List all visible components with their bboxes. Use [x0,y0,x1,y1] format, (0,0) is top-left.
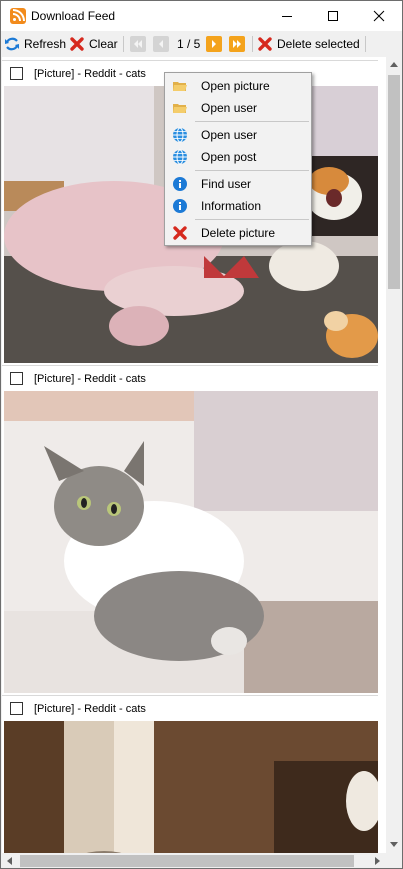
menu-item-open-user-web[interactable]: Open user [167,124,311,146]
item-checkbox[interactable] [10,372,23,385]
toolbar-separator [252,36,253,52]
cat-photo-2 [4,391,378,693]
feed-item-header: [Picture] - Reddit - cats [2,365,378,391]
menu-item-open-post[interactable]: Open post [167,146,311,168]
refresh-button[interactable]: Refresh [4,31,66,56]
cat-photo-3 [4,721,378,853]
title-bar: Download Feed [1,1,402,31]
page-indicator-text: 1 / 5 [177,36,201,51]
menu-separator [195,170,309,171]
page-indicator: 1 / 5 [177,31,200,56]
delete-icon [258,36,272,51]
cat-picture[interactable] [4,721,378,853]
toolbar-separator [123,36,124,52]
next-page-button[interactable] [206,36,222,52]
menu-separator [195,121,309,122]
menu-item-delete-picture[interactable]: Delete picture [167,222,311,244]
window-title: Download Feed [31,9,116,23]
menu-item-label: Open picture [201,79,270,93]
menu-item-label: Information [201,199,262,213]
scroll-right-icon[interactable] [375,857,380,865]
item-caption: [Picture] - Reddit - cats [34,68,146,80]
menu-item-label: Delete picture [201,226,276,240]
maximize-button[interactable] [310,1,356,31]
item-caption: [Picture] - Reddit - cats [34,373,146,385]
menu-item-open-picture[interactable]: Open picture [167,75,311,97]
clear-label: Clear [89,36,118,51]
previous-page-icon [159,40,163,48]
vertical-scroll-thumb[interactable] [388,75,400,289]
delete-selected-label: Delete selected [277,36,360,51]
item-caption: [Picture] - Reddit - cats [34,703,146,715]
minimize-button[interactable] [264,1,310,31]
last-page-button[interactable] [229,36,245,52]
cat-picture[interactable] [4,391,378,693]
scrollbar-corner [386,853,402,868]
menu-separator [195,219,309,220]
next-page-icon [212,40,216,48]
minimize-icon [282,16,292,17]
refresh-icon [5,37,19,50]
folder-icon [173,82,187,91]
clear-button[interactable]: Clear [69,31,118,56]
scroll-left-icon[interactable] [7,857,12,865]
vertical-scrollbar[interactable] [386,57,402,853]
first-page-button[interactable] [130,36,146,52]
item-checkbox[interactable] [10,702,23,715]
horizontal-scrollbar[interactable] [2,853,386,868]
close-button[interactable] [356,1,402,31]
download-feed-window: Download Feed Refresh Clear 1 / 5 Delete… [0,0,403,869]
menu-item-label: Open user [201,101,258,115]
clear-icon [70,36,84,51]
scroll-down-icon[interactable] [390,842,398,847]
refresh-label: Refresh [24,36,67,51]
menu-item-label: Open user [201,128,258,142]
delete-selected-button[interactable]: Delete selected [257,31,360,56]
close-icon [373,10,385,22]
info-icon [173,177,187,191]
folder-icon [173,104,187,113]
horizontal-scroll-thumb[interactable] [20,855,354,867]
toolbar-separator [365,36,366,52]
globe-icon [173,127,187,143]
first-page-icon [134,40,142,48]
feed-item[interactable]: [Picture] - Reddit - cats [2,365,378,695]
menu-item-label: Find user [201,177,252,191]
rss-feed-icon [10,8,26,24]
menu-item-open-user-folder[interactable]: Open user [167,97,311,119]
menu-item-label: Open post [201,150,257,164]
delete-icon [173,226,187,240]
context-menu: Open picture Open user Open user Open po… [164,72,312,246]
menu-item-information[interactable]: Information [167,195,311,217]
feed-item-header: [Picture] - Reddit - cats [2,695,378,721]
globe-icon [173,149,187,165]
item-checkbox[interactable] [10,67,23,80]
last-page-icon [233,40,241,48]
menu-item-find-user[interactable]: Find user [167,173,311,195]
maximize-icon [328,11,338,21]
feed-item[interactable]: [Picture] - Reddit - cats [2,695,378,853]
previous-page-button[interactable] [153,36,169,52]
toolbar: Refresh Clear 1 / 5 Delete selected [1,31,402,56]
scroll-up-icon[interactable] [390,62,398,67]
info-icon [173,199,187,213]
